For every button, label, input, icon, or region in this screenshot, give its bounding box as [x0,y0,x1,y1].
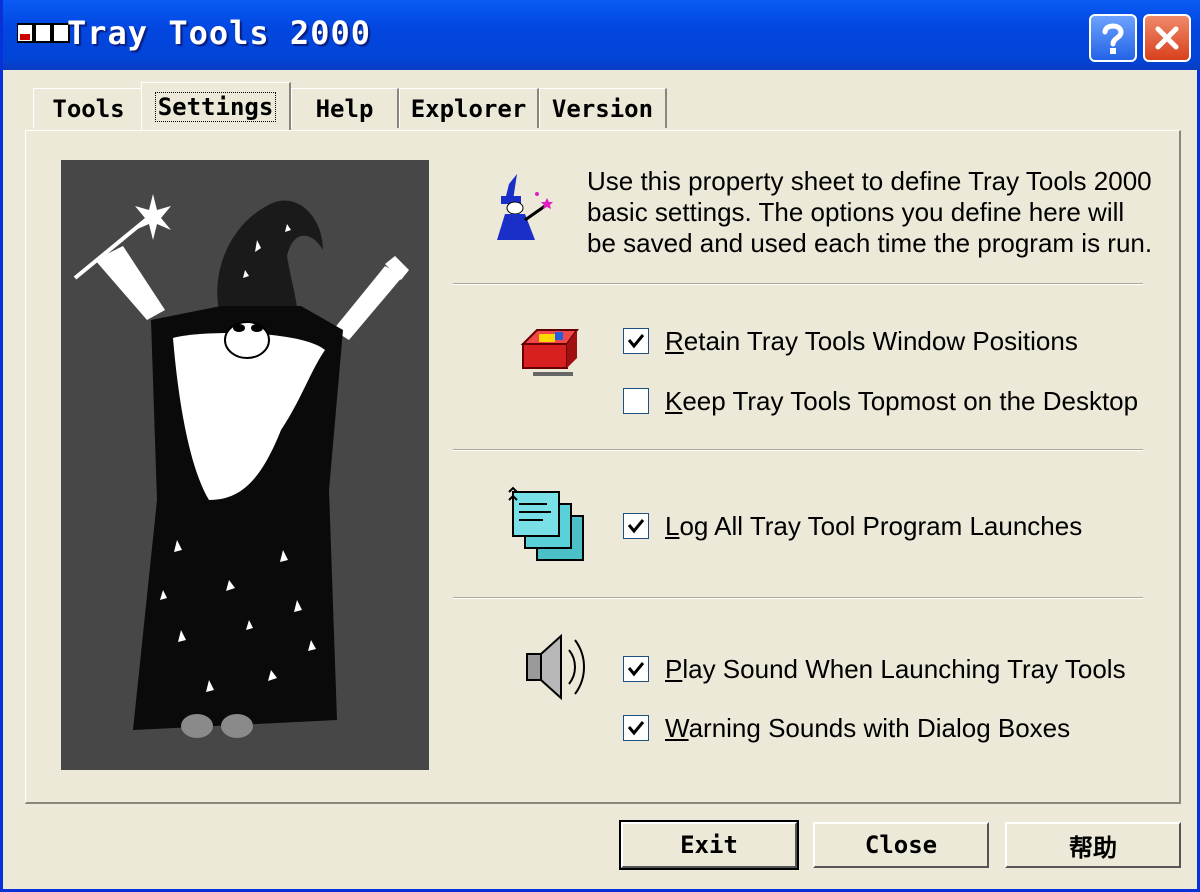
wizard-image [73,194,409,738]
tab-settings[interactable]: Settings [141,82,291,130]
check-icon [627,334,645,349]
keep-topmost-checkbox[interactable] [623,388,649,414]
help-button[interactable]: 帮助 [1005,822,1181,868]
retain-window-positions-option[interactable]: Retain Tray Tools Window Positions [623,324,1078,358]
window-title: Tray Tools 2000 [67,14,371,52]
warning-sounds-option[interactable]: Warning Sounds with Dialog Boxes [623,711,1070,745]
log-launches-option[interactable]: Log All Tray Tool Program Launches [623,509,1082,543]
play-sound-label: Play Sound When Launching Tray Tools [665,653,1126,684]
check-icon [627,721,645,736]
title-bar[interactable]: Tray Tools 2000 [3,0,1200,70]
window-close-button[interactable] [1143,14,1191,62]
play-sound-option[interactable]: Play Sound When Launching Tray Tools [623,652,1126,686]
retain-window-positions-label: Retain Tray Tools Window Positions [665,325,1078,356]
tab-tools[interactable]: Tools [33,88,145,128]
speaker-icon [526,633,585,701]
separator [453,283,1143,285]
tab-explorer[interactable]: Explorer [399,88,539,128]
wizard-icon [497,174,553,240]
close-icon [1155,26,1179,50]
log-notes-icon [508,486,584,561]
log-launches-checkbox[interactable] [623,513,649,539]
play-sound-checkbox[interactable] [623,656,649,682]
retain-window-positions-checkbox[interactable] [623,328,649,354]
exit-button[interactable]: Exit [619,820,799,870]
keep-topmost-label: Keep Tray Tools Topmost on the Desktop [665,385,1139,416]
keep-topmost-option[interactable]: Keep Tray Tools Topmost on the Desktop [623,384,1138,418]
check-icon [627,662,645,677]
warning-sounds-label: Warning Sounds with Dialog Boxes [665,712,1071,743]
separator [453,597,1143,599]
wizard-illustration [61,160,429,770]
tray-tools-window: Tray Tools 2000 Tools Settings Help Expl… [0,0,1200,892]
question-icon [1102,23,1124,54]
warning-sounds-checkbox[interactable] [623,715,649,741]
check-icon [627,519,645,534]
toolbox-icon [520,329,579,376]
log-launches-label: Log All Tray Tool Program Launches [665,510,1083,541]
window-help-button[interactable] [1089,14,1137,62]
tab-help[interactable]: Help [291,88,399,128]
tab-version[interactable]: Version [539,88,667,128]
description-text: Use this property sheet to define Tray T… [587,166,1153,258]
separator [453,449,1143,451]
close-button[interactable]: Close [813,822,989,868]
